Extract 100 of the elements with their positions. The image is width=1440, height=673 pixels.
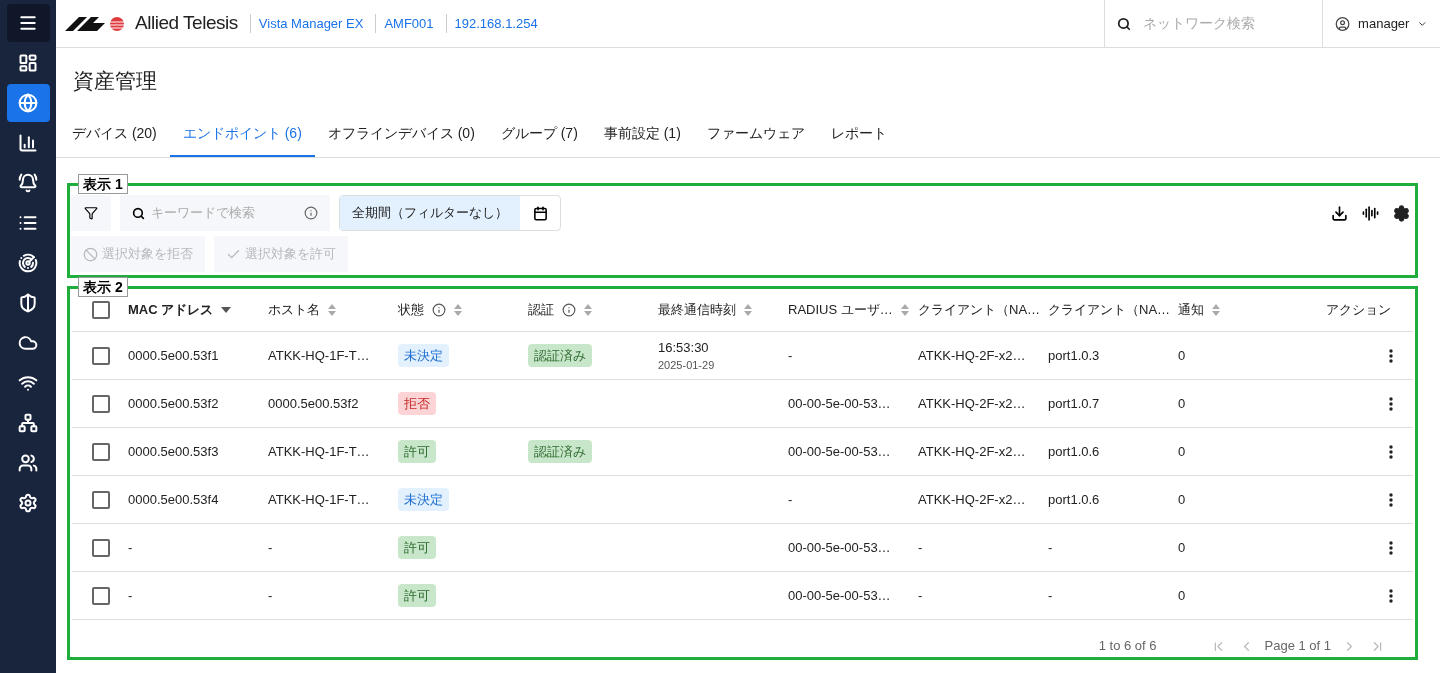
table-cell-text: - — [128, 586, 133, 605]
period-filter[interactable]: 全期間（フィルターなし） — [340, 196, 520, 230]
tab[interactable]: レポート — [817, 111, 900, 157]
tab[interactable]: グループ (7) — [487, 111, 591, 157]
more-icon[interactable] — [1389, 492, 1393, 507]
page-title: 資産管理 — [73, 68, 158, 94]
status-badge: 未決定 — [398, 487, 449, 512]
table-cell-text: - — [268, 586, 273, 605]
table-cell-text: 0000.5e00.53f1 — [128, 346, 219, 365]
breadcrumb-link[interactable]: Vista Manager EX — [249, 13, 364, 34]
column-header[interactable]: 通知 — [1178, 300, 1220, 320]
cloud-icon — [18, 333, 38, 353]
table-cell-text: 0 — [1178, 346, 1186, 365]
search-icon — [132, 206, 145, 220]
table-cell-text: - — [918, 538, 923, 557]
sort-descending-icon[interactable] — [221, 307, 232, 313]
table-cell-text: ATKK-HQ-2F-x2… — [918, 442, 1026, 461]
info-icon — [432, 303, 446, 317]
table-cell-text: 0000.5e00.53f2 — [128, 394, 219, 413]
table-cell-text: 00-00-5e-00-53… — [788, 586, 891, 605]
tab[interactable]: デバイス (20) — [59, 111, 170, 157]
table-cell-text: - — [788, 346, 793, 365]
sidebar-item[interactable] — [6, 84, 50, 122]
breadcrumb-link[interactable]: AMF001 — [375, 13, 434, 34]
row-checkbox[interactable] — [92, 346, 110, 365]
column-header[interactable]: MAC アドレス — [128, 300, 232, 320]
pagination-summary: 1 to 6 of 6 — [1098, 637, 1157, 656]
user-menu[interactable]: manager — [1322, 0, 1440, 47]
column-header[interactable]: アクション — [1326, 300, 1391, 320]
table-cell-text: 0000.5e00.53f2 — [268, 394, 359, 413]
table-cell-text: 0000.5e00.53f3 — [128, 442, 219, 461]
column-header[interactable]: ホスト名 — [268, 300, 336, 320]
shield-icon — [18, 293, 38, 313]
select-all-checkbox[interactable] — [92, 301, 110, 319]
tab[interactable]: 事前設定 (1) — [590, 111, 694, 157]
network-icon — [18, 413, 38, 433]
table-cell-text: ATKK-HQ-2F-x2… — [918, 346, 1026, 365]
filter-button[interactable] — [71, 195, 111, 231]
table-cell-text: port1.0.6 — [1048, 442, 1100, 461]
table-cell-text: 0 — [1178, 442, 1186, 461]
filter-icon — [84, 206, 98, 220]
table-cell-text: port1.0.7 — [1048, 394, 1100, 413]
tab[interactable]: ファームウェア — [693, 111, 818, 157]
row-checkbox[interactable] — [92, 490, 110, 509]
more-icon[interactable] — [1389, 396, 1393, 411]
table-cell-text: 00-00-5e-00-53… — [788, 442, 891, 461]
table-cell-text: 0 — [1178, 394, 1186, 413]
table-cell-text: port1.0.6 — [1048, 490, 1100, 509]
tab[interactable]: エンドポイント (6) — [169, 111, 315, 157]
table-cell-text: 0 — [1178, 538, 1186, 557]
table-cell-text: ATKK-HQ-2F-x2… — [918, 490, 1026, 509]
sidebar-item[interactable] — [6, 4, 50, 42]
annotation-label: 表示 1 — [78, 174, 128, 194]
more-icon[interactable] — [1389, 348, 1393, 363]
status-badge: 未決定 — [398, 343, 449, 368]
download-icon[interactable] — [1331, 204, 1348, 222]
annotation-label: 表示 2 — [78, 277, 128, 297]
table-cell-text: - — [788, 490, 793, 509]
table-cell-text: - — [918, 586, 923, 605]
column-header[interactable]: クライアント（NA… — [1048, 300, 1171, 320]
status-badge: 許可 — [398, 583, 436, 608]
column-header[interactable]: RADIUS ユーザ… — [788, 300, 909, 320]
globe-icon — [18, 93, 38, 113]
row-checkbox[interactable] — [92, 586, 110, 605]
more-icon[interactable] — [1389, 540, 1393, 555]
breadcrumb-link[interactable]: 192.168.1.254 — [445, 13, 538, 34]
column-header[interactable]: 最終通信時刻 — [658, 300, 752, 320]
brand-name: Allied Telesis — [135, 11, 238, 36]
column-header[interactable]: クライアント（NA… — [918, 300, 1041, 320]
logo-icon — [65, 15, 127, 32]
row-checkbox[interactable] — [92, 442, 110, 461]
status-badge: 許可 — [398, 535, 436, 560]
status-badge: 許可 — [398, 439, 436, 464]
audio-wave-icon[interactable] — [1362, 204, 1379, 222]
prohibited-icon — [83, 246, 98, 262]
table-cell-text: - — [1048, 538, 1053, 557]
status-badge: 認証済み — [528, 439, 592, 464]
table-cell-text: - — [268, 538, 273, 557]
row-checkbox[interactable] — [92, 394, 110, 413]
people-icon — [18, 453, 38, 473]
list-icon — [18, 213, 38, 233]
radar-icon — [18, 253, 38, 273]
more-icon[interactable] — [1389, 588, 1393, 603]
info-icon — [304, 206, 318, 220]
column-header[interactable]: 認証 — [528, 300, 592, 320]
table-cell-text: 0 — [1178, 586, 1186, 605]
more-icon[interactable] — [1389, 444, 1393, 459]
table-cell-text: 0 — [1178, 490, 1186, 509]
column-header[interactable]: 状態 — [398, 300, 462, 320]
status-badge: 認証済み — [528, 343, 592, 368]
menu-icon — [18, 13, 38, 33]
tab[interactable]: オフラインデバイス (0) — [314, 111, 488, 157]
last-seen-date: 2025-01-29 — [658, 358, 716, 373]
bar-chart-icon — [18, 133, 38, 153]
table-cell-text: ATKK-HQ-1F-T… — [268, 442, 370, 461]
dashboard-icon — [18, 53, 38, 73]
row-checkbox[interactable] — [92, 538, 110, 557]
table-cell-text: ATKK-HQ-2F-x2… — [918, 394, 1026, 413]
wifi-icon — [18, 373, 38, 393]
search-icon — [1117, 16, 1131, 31]
